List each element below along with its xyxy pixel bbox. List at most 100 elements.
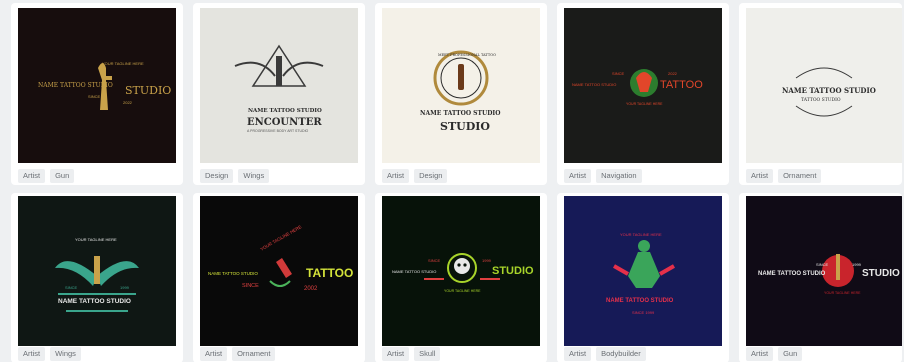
tattoo-machine-icon xyxy=(458,64,464,90)
logo-image: NAME TATTOO STUDIO YOUR TAGLINE HERE TAT… xyxy=(200,196,358,346)
logo-year: 1999 xyxy=(852,262,862,267)
logo-thumbnail[interactable]: MEET PROFESSIONAL TATTOO NAME TATTOO STU… xyxy=(382,8,540,163)
logo-thumbnail[interactable]: NAME TATTOO STUDIO ENCOUNTER A PROGRESSI… xyxy=(200,8,358,163)
logo-card[interactable]: YOUR TAGLINE HERE SINCE 1999 NAME TATTOO… xyxy=(11,193,183,362)
logo-tagline: YOUR TAGLINE HERE xyxy=(444,289,481,293)
tag-list: Artist Ornament xyxy=(200,347,276,361)
logo-thumbnail[interactable]: SINCE 1999 NAME TATTOO STUDIO STUDIO YOU… xyxy=(382,196,540,346)
logo-card[interactable]: YOUR TAGLINE HERE NAME TATTOO STUDIO SIN… xyxy=(557,193,729,362)
logo-name: NAME TATTOO STUDIO xyxy=(782,86,876,95)
tag[interactable]: Design xyxy=(414,169,448,183)
logo-thumbnail[interactable]: NAME TATTOO STUDIO YOUR TAGLINE HERE STU… xyxy=(18,8,176,163)
tag-list: Artist Wings xyxy=(18,347,81,361)
logo-card[interactable]: NAME TATTOO STUDIO YOUR TAGLINE HERE TAT… xyxy=(193,193,365,362)
logo-image: MEET PROFESSIONAL TATTOO NAME TATTOO STU… xyxy=(382,8,540,163)
logo-year: 1999 xyxy=(120,285,130,290)
logo-card[interactable]: MEET PROFESSIONAL TATTOO NAME TATTOO STU… xyxy=(375,3,547,185)
logo-image: YOUR TAGLINE HERE NAME TATTOO STUDIO SIN… xyxy=(564,196,722,346)
tag[interactable]: Navigation xyxy=(596,169,642,183)
logo-name: NAME TATTOO STUDIO xyxy=(248,108,322,114)
logo-tagline: MEET PROFESSIONAL TATTOO xyxy=(438,53,496,57)
logo-card[interactable]: NAME TATTOO STUDIO TATTOO STUDIO Artist … xyxy=(739,3,902,185)
logo-since: SINCE xyxy=(88,94,101,99)
tattoo-gun-icon xyxy=(836,254,840,280)
tag[interactable]: Artist xyxy=(746,347,774,361)
logo-tagline: YOUR TAGLINE HERE xyxy=(626,102,663,106)
logo-since: SINCE xyxy=(612,71,625,76)
logo-card[interactable]: SINCE 2022 NAME TATTOO STUDIO TATTOO YOU… xyxy=(557,3,729,185)
skull-icon xyxy=(454,258,470,274)
tattoo-machine-icon xyxy=(94,256,100,284)
tag[interactable]: Wings xyxy=(50,347,81,361)
tag[interactable]: Gun xyxy=(778,347,803,361)
tag[interactable]: Ornament xyxy=(778,169,822,183)
logo-thumbnail[interactable]: YOUR TAGLINE HERE SINCE 1999 NAME TATTOO… xyxy=(18,196,176,346)
logo-thumbnail[interactable]: YOUR TAGLINE HERE NAME TATTOO STUDIO SIN… xyxy=(564,196,722,346)
logo-card[interactable]: SINCE 1999 NAME TATTOO STUDIO STUDIO YOU… xyxy=(739,193,902,362)
logo-studio: STUDIO xyxy=(125,84,171,97)
logo-since: SINCE xyxy=(816,262,829,267)
logo-image: NAME TATTOO STUDIO YOUR TAGLINE HERE STU… xyxy=(18,8,176,163)
logo-tagline: YOUR TAGLINE HERE xyxy=(824,291,861,295)
logo-title: TATTOO xyxy=(660,79,703,91)
logo-title: ENCOUNTER xyxy=(247,117,322,128)
tag-list: Design Wings xyxy=(200,169,270,183)
logo-tagline: A PROGRESSIVE BODY ART STUDIO xyxy=(247,129,309,133)
tag[interactable]: Gun xyxy=(50,169,75,183)
logo-image: NAME TATTOO STUDIO ENCOUNTER A PROGRESSI… xyxy=(200,8,358,163)
logo-thumbnail[interactable]: NAME TATTOO STUDIO YOUR TAGLINE HERE TAT… xyxy=(200,196,358,346)
logo-card[interactable]: SINCE 1999 NAME TATTOO STUDIO STUDIO YOU… xyxy=(375,193,547,362)
logo-name: NAME TATTOO STUDIO xyxy=(392,269,436,274)
tag[interactable]: Artist xyxy=(18,347,46,361)
tag-list: Artist Gun xyxy=(18,169,75,183)
tag[interactable]: Artist xyxy=(746,169,774,183)
tag-list: Artist Bodybuilder xyxy=(564,347,646,361)
logo-card[interactable]: NAME TATTOO STUDIO ENCOUNTER A PROGRESSI… xyxy=(193,3,365,185)
logo-year: 2002 xyxy=(304,286,318,292)
logo-name: NAME TATTOO STUDIO xyxy=(420,110,500,117)
logo-studio: STUDIO xyxy=(862,268,900,279)
logo-since: SINCE xyxy=(242,283,259,289)
tag-list: Artist Gun xyxy=(746,347,803,361)
logo-year: 2022 xyxy=(123,100,133,105)
logo-name: NAME TATTOO STUDIO xyxy=(208,271,258,276)
logo-thumbnail[interactable]: SINCE 1999 NAME TATTOO STUDIO STUDIO YOU… xyxy=(746,196,902,346)
tag[interactable]: Artist xyxy=(18,169,46,183)
logo-image: SINCE 2022 NAME TATTOO STUDIO TATTOO YOU… xyxy=(564,8,722,163)
tag[interactable]: Wings xyxy=(238,169,270,183)
logo-name: NAME TATTOO STUDIO xyxy=(606,298,674,304)
tag[interactable]: Ornament xyxy=(232,347,276,361)
logo-image: SINCE 1999 NAME TATTOO STUDIO STUDIO YOU… xyxy=(746,196,902,346)
logo-image: NAME TATTOO STUDIO TATTOO STUDIO xyxy=(746,8,902,163)
logo-since: SINCE xyxy=(65,285,78,290)
logo-studio: STUDIO xyxy=(492,265,534,277)
logo-name: NAME TATTOO STUDIO xyxy=(58,298,131,305)
tag[interactable]: Artist xyxy=(200,347,228,361)
logo-name: NAME TATTOO STUDIO xyxy=(38,82,113,89)
logo-name: NAME TATTOO STUDIO xyxy=(758,271,826,277)
tag[interactable]: Artist xyxy=(382,347,410,361)
tag[interactable]: Bodybuilder xyxy=(596,347,646,361)
logo-thumbnail[interactable]: NAME TATTOO STUDIO TATTOO STUDIO xyxy=(746,8,902,163)
logo-card[interactable]: NAME TATTOO STUDIO YOUR TAGLINE HERE STU… xyxy=(11,3,183,185)
logo-name: NAME TATTOO STUDIO xyxy=(572,82,616,87)
logo-tagline: YOUR TAGLINE HERE xyxy=(102,61,144,66)
tag[interactable]: Artist xyxy=(564,347,592,361)
tag[interactable]: Artist xyxy=(564,169,592,183)
logo-image: SINCE 1999 NAME TATTOO STUDIO STUDIO YOU… xyxy=(382,196,540,346)
tag-list: Artist Ornament xyxy=(746,169,822,183)
tag-list: Artist Design xyxy=(382,169,448,183)
tag-list: Artist Skull xyxy=(382,347,441,361)
logo-title: TATTOO xyxy=(306,266,353,280)
logo-since: SINCE 1999 xyxy=(632,310,655,315)
tag[interactable]: Design xyxy=(200,169,234,183)
tag[interactable]: Artist xyxy=(382,169,410,183)
logo-year: 2022 xyxy=(668,71,678,76)
logo-image: YOUR TAGLINE HERE SINCE 1999 NAME TATTOO… xyxy=(18,196,176,346)
logo-year: 1999 xyxy=(482,258,492,263)
logo-thumbnail[interactable]: SINCE 2022 NAME TATTOO STUDIO TATTOO YOU… xyxy=(564,8,722,163)
logo-tagline: TATTOO STUDIO xyxy=(801,97,841,103)
tag[interactable]: Skull xyxy=(414,347,441,361)
logo-tagline: YOUR TAGLINE HERE xyxy=(75,237,117,242)
logo-since: SINCE xyxy=(428,258,441,263)
